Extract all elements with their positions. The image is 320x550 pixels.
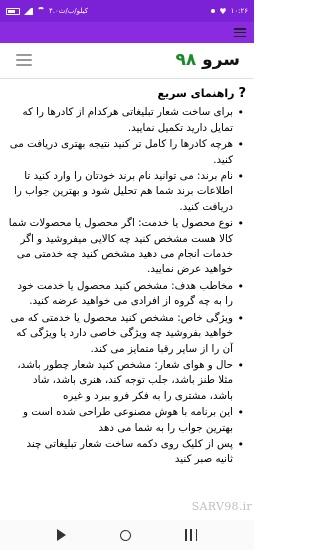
brand-text: سرو <box>202 49 240 70</box>
menu-icon[interactable] <box>234 28 246 37</box>
header-divider <box>0 78 254 79</box>
hamburger-menu-icon[interactable] <box>16 53 32 66</box>
guide-title: ? راهنمای سریع <box>8 86 247 101</box>
network-speed: ۴.۰کیلو/ب/ث <box>49 7 89 15</box>
quick-guide: ? راهنمای سریع برای ساخت شعار تبلیغاتی ه… <box>8 86 246 508</box>
list-item: نوع محصول یا خدمت: اگر محصول یا محصولات … <box>8 216 246 278</box>
system-nav-bar <box>0 520 254 550</box>
question-icon: ? <box>238 86 246 101</box>
notification-dot-icon <box>211 9 216 13</box>
status-bar: ۴.۰کیلو/ب/ث ♥ ۱۰:۲۶ <box>0 0 254 22</box>
watermark: SARV98.ir <box>191 500 252 513</box>
wifi-icon <box>37 7 45 15</box>
status-time: ۱۰:۲۶ <box>230 7 248 15</box>
site-header: سرو ۹۸ <box>0 43 254 76</box>
list-item: پس از کلیک روی دکمه ساخت شعار تبلیغاتی چ… <box>8 437 246 468</box>
status-right: ♥ ۱۰:۲۶ <box>211 7 248 16</box>
heart-icon: ♥ <box>219 6 227 16</box>
status-left: ۴.۰کیلو/ب/ث <box>6 7 88 15</box>
list-item: مخاطب هدف: مشخص کنید محصول یا خدمت خود ر… <box>8 279 246 310</box>
guide-list: برای ساخت شعار تبلیغاتی هرکدام از کادرها… <box>8 105 246 467</box>
guide-title-text: راهنمای سریع <box>157 87 235 100</box>
list-item: هرچه کادرها را کامل تر کنید نتیجه بهتری … <box>8 137 246 168</box>
list-item: نام برند: می توانید نام برند خودتان را و… <box>8 169 246 215</box>
back-icon[interactable] <box>57 529 66 541</box>
home-icon[interactable] <box>120 529 131 541</box>
brand-number: ۹۸ <box>175 49 197 70</box>
list-item: حال و هوای شعار: مشخص کنید شعار چطور باش… <box>8 358 246 404</box>
app-top-bar <box>0 22 254 43</box>
list-item: این برنامه با هوش مصنوعی طراحی شده است و… <box>8 405 246 436</box>
list-item: برای ساخت شعار تبلیغاتی هرکدام از کادرها… <box>8 105 246 136</box>
brand-logo[interactable]: سرو ۹۸ <box>175 50 240 70</box>
recents-icon[interactable] <box>185 529 197 541</box>
signal-icon <box>24 7 33 15</box>
list-item: ویژگی خاص: مشخص کنید محصول یا خدمتی که م… <box>8 311 246 357</box>
battery-icon <box>6 7 20 15</box>
